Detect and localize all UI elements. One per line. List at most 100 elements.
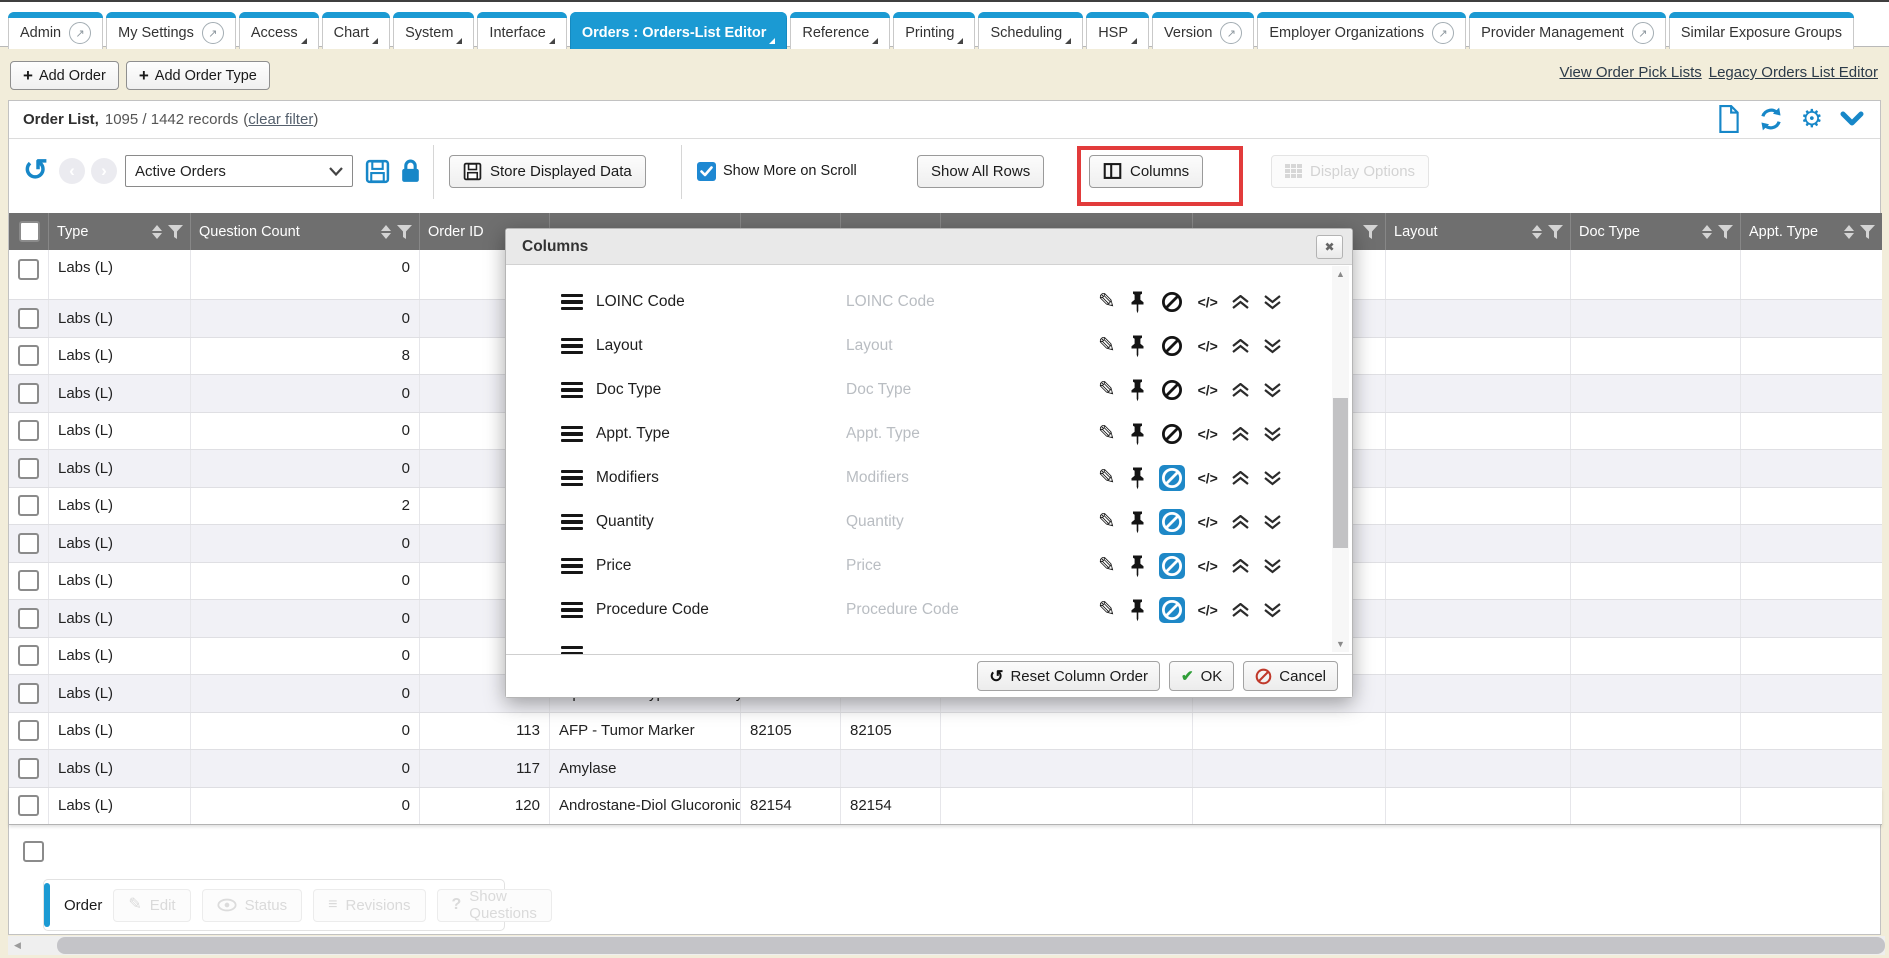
hide-column-icon[interactable]	[1159, 421, 1185, 447]
edit-column-icon[interactable]: ✎	[1098, 467, 1116, 488]
tab-printing[interactable]: Printing	[893, 12, 975, 49]
row-checkbox[interactable]	[18, 308, 39, 329]
nav-prev-button[interactable]: ‹	[59, 153, 85, 189]
tab-similar-exposure-groups[interactable]: Similar Exposure Groups	[1669, 12, 1854, 49]
move-bottom-icon[interactable]	[1263, 339, 1282, 354]
show-more-on-scroll-checkbox[interactable]: Show More on Scroll	[697, 153, 857, 189]
sort-icon[interactable]	[1532, 225, 1542, 239]
reset-view-button[interactable]: ↺	[23, 153, 48, 189]
pin-column-icon[interactable]	[1129, 291, 1146, 314]
store-displayed-data-button[interactable]: Store Displayed Data	[449, 153, 646, 189]
display-options-button[interactable]: Display Options	[1271, 153, 1429, 189]
pin-column-icon[interactable]	[1129, 423, 1146, 446]
move-bottom-icon[interactable]	[1263, 427, 1282, 442]
move-top-icon[interactable]	[1231, 603, 1250, 618]
tab-my-settings[interactable]: My Settings↗	[106, 12, 236, 49]
sort-icon[interactable]	[152, 225, 162, 239]
drag-handle-icon[interactable]	[561, 294, 583, 311]
add-order-type-button[interactable]: + Add Order Type	[126, 61, 270, 90]
horizontal-scrollbar-thumb[interactable]	[57, 937, 1885, 954]
new-document-icon[interactable]	[1717, 105, 1741, 133]
nav-next-button[interactable]: ›	[91, 153, 117, 189]
edit-column-icon[interactable]: ✎	[1098, 335, 1116, 356]
clear-filter-link[interactable]: clear filter	[248, 111, 313, 128]
sort-icon[interactable]	[1702, 225, 1712, 239]
column-header-question-count[interactable]: Question Count	[191, 213, 420, 250]
code-column-icon[interactable]: </>	[1198, 382, 1218, 398]
edit-column-icon[interactable]: ✎	[1098, 599, 1116, 620]
sort-icon[interactable]	[381, 225, 391, 239]
code-column-icon[interactable]: </>	[1198, 514, 1218, 530]
filter-icon[interactable]	[1860, 225, 1875, 239]
move-bottom-icon[interactable]	[1263, 559, 1282, 574]
ok-button[interactable]: ✔ OK	[1169, 661, 1234, 691]
column-header-doc-type[interactable]: Doc Type	[1571, 213, 1741, 250]
filter-icon[interactable]	[397, 225, 412, 239]
edit-column-icon[interactable]: ✎	[1098, 291, 1116, 312]
pin-column-icon[interactable]	[1129, 467, 1146, 490]
move-top-icon[interactable]	[1231, 339, 1250, 354]
move-bottom-icon[interactable]	[1263, 383, 1282, 398]
modal-scrollbar[interactable]: ▲ ▼	[1332, 266, 1349, 652]
move-top-icon[interactable]	[1231, 427, 1250, 442]
move-top-icon[interactable]	[1231, 559, 1250, 574]
row-checkbox[interactable]	[18, 720, 39, 741]
pin-column-icon[interactable]	[1129, 335, 1146, 358]
select-all-checkbox[interactable]	[19, 221, 40, 242]
lock-view-button[interactable]	[399, 153, 422, 189]
row-checkbox[interactable]	[18, 259, 39, 280]
row-checkbox[interactable]	[18, 383, 39, 404]
add-order-button[interactable]: + Add Order	[10, 61, 119, 90]
new-row-checkbox[interactable]	[23, 841, 44, 862]
move-top-icon[interactable]	[1231, 295, 1250, 310]
hide-column-icon[interactable]	[1159, 377, 1185, 403]
row-checkbox[interactable]	[18, 345, 39, 366]
drag-handle-icon[interactable]	[561, 646, 583, 654]
move-top-icon[interactable]	[1231, 515, 1250, 530]
code-column-icon[interactable]: </>	[1198, 470, 1218, 486]
row-checkbox[interactable]	[18, 533, 39, 554]
edit-column-icon[interactable]: ✎	[1098, 423, 1116, 444]
edit-column-icon[interactable]: ✎	[1098, 511, 1116, 532]
scroll-left-button[interactable]: ◀	[8, 936, 27, 955]
column-header-layout[interactable]: Layout	[1386, 213, 1571, 250]
tab-system[interactable]: System	[393, 12, 474, 49]
hide-column-icon[interactable]	[1159, 465, 1185, 491]
move-top-icon[interactable]	[1231, 383, 1250, 398]
preset-select[interactable]: Active Orders	[125, 153, 353, 189]
save-view-button[interactable]	[365, 153, 390, 189]
row-checkbox[interactable]	[18, 758, 39, 779]
pin-column-icon[interactable]	[1129, 511, 1146, 534]
drag-handle-icon[interactable]	[561, 558, 583, 575]
row-checkbox[interactable]	[18, 458, 39, 479]
hide-column-icon[interactable]	[1159, 509, 1185, 535]
tab-interface[interactable]: Interface	[477, 12, 566, 49]
reset-column-order-button[interactable]: ↺ Reset Column Order	[977, 661, 1160, 691]
scroll-down-button[interactable]: ▼	[1332, 636, 1349, 652]
sort-icon[interactable]	[1844, 225, 1854, 239]
tab-orders-orders-list-editor[interactable]: Orders : Orders-List Editor	[570, 12, 788, 49]
row-checkbox[interactable]	[18, 608, 39, 629]
hide-column-icon[interactable]	[1159, 333, 1185, 359]
code-column-icon[interactable]: </>	[1198, 294, 1218, 310]
hide-column-icon[interactable]	[1159, 553, 1185, 579]
tab-scheduling[interactable]: Scheduling	[978, 12, 1083, 49]
drag-handle-icon[interactable]	[561, 382, 583, 399]
row-checkbox[interactable]	[18, 645, 39, 666]
code-column-icon[interactable]: </>	[1198, 426, 1218, 442]
column-header-type[interactable]: Type	[49, 213, 191, 250]
tab-employer-organizations[interactable]: Employer Organizations↗	[1257, 12, 1466, 49]
hide-column-icon[interactable]	[1159, 289, 1185, 315]
cancel-button[interactable]: Cancel	[1243, 661, 1338, 691]
edit-column-icon[interactable]: ✎	[1098, 555, 1116, 576]
drag-handle-icon[interactable]	[561, 338, 583, 355]
row-checkbox[interactable]	[18, 420, 39, 441]
column-header-appt-type[interactable]: Appt. Type	[1741, 213, 1882, 250]
pin-column-icon[interactable]	[1129, 379, 1146, 402]
tab-admin[interactable]: Admin↗	[8, 12, 103, 49]
row-checkbox[interactable]	[18, 683, 39, 704]
filter-icon[interactable]	[1718, 225, 1733, 239]
horizontal-scrollbar[interactable]: ◀	[8, 936, 1885, 955]
tab-provider-management[interactable]: Provider Management↗	[1469, 12, 1666, 49]
drag-handle-icon[interactable]	[561, 514, 583, 531]
